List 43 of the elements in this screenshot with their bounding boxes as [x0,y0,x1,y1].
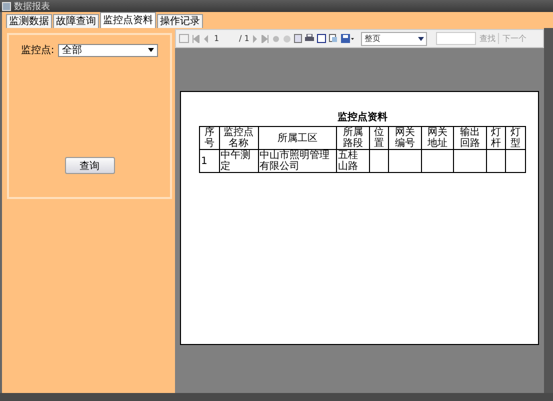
grid-icon[interactable] [179,34,189,43]
table-cell: 中山市照明管理有限公司 [258,150,336,172]
column-header: 网关地址 [421,126,454,150]
zoom-dropdown[interactable]: 整页 [361,32,428,46]
page-number-field[interactable]: 1 [212,34,236,43]
save-icon[interactable] [341,34,354,43]
table-cell: 五桂山路 [336,150,370,172]
query-button[interactable]: 查询 [64,157,114,174]
column-header: 输出回路 [454,126,486,150]
tab[interactable]: 监测数据 [6,14,52,28]
table-cell [506,150,526,172]
column-header: 监控点名称 [219,126,258,150]
tab[interactable]: 操作记录 [157,14,203,28]
first-page-icon[interactable] [192,34,200,42]
column-header: 序号 [200,126,220,150]
print-icon[interactable] [305,34,314,43]
column-header: 所属路段 [336,126,370,150]
column-header: 所属工区 [258,126,336,150]
next-page-icon[interactable] [252,34,258,42]
table-cell: 1 [200,150,220,172]
column-header: 灯型 [506,126,526,150]
previous-page-icon[interactable] [203,34,209,42]
table-cell [369,150,389,172]
window-title: 数据报表 [14,0,50,12]
table-cell [421,150,454,172]
caret-icon [418,36,424,40]
page-count: / 1 [239,34,250,43]
tab[interactable]: 故障查询 [53,14,99,28]
column-header: 位置 [369,126,389,150]
caret-icon [148,48,154,52]
table-cell: 中午测定 [219,150,258,172]
column-header: 灯杆 [486,126,506,150]
report-title: 监控点资料 [336,110,388,124]
column-header: 网关编号 [388,126,422,150]
app-icon [2,2,11,10]
search-field[interactable] [436,32,476,45]
table-cell [454,150,486,172]
table-cell [486,150,506,172]
field-label: 监控点: [20,44,54,57]
table-cell [388,150,422,172]
point-dropdown[interactable]: 全部 [58,44,158,56]
last-page-icon[interactable] [261,34,270,42]
tab[interactable]: 监控点资料 [100,12,156,28]
